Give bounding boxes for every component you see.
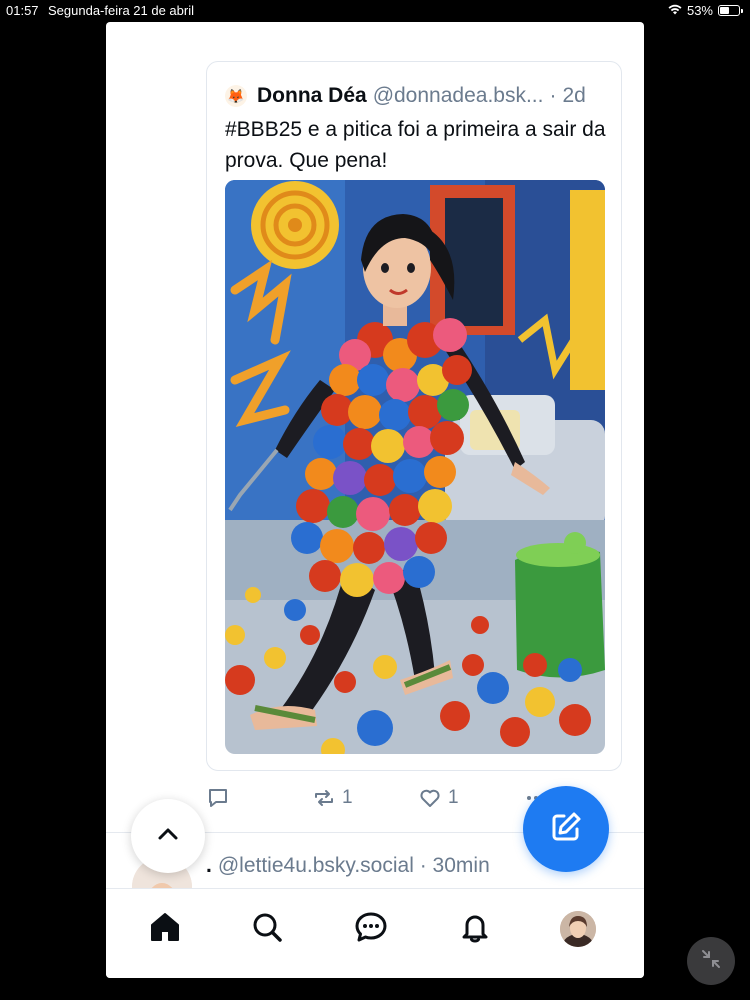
app-window: 🦊 Donna Déa @donnadea.bsk... · 2d #BBB25… [106,22,644,978]
illustration-woman-ballpit-dress [225,180,605,754]
chat-icon [354,910,388,949]
wifi-icon [668,3,682,18]
author-handle[interactable]: @donnadea.bsk... [373,84,544,108]
next-post-handle[interactable]: @lettie4u.bsky.social [218,854,414,877]
battery-icon [718,5,743,16]
status-date: Segunda-feira 21 de abril [48,3,194,18]
tab-profile[interactable] [558,909,598,949]
home-icon [148,910,182,949]
quoted-post-header: 🦊 Donna Déa @donnadea.bsk... · 2d [225,82,605,110]
like-count: 1 [448,787,459,808]
author-avatar[interactable]: 🦊 [225,85,247,107]
system-minimize-button[interactable] [687,937,735,985]
repost-count: 1 [342,787,353,808]
post-time: 2d [562,84,586,107]
author-name[interactable]: Donna Déa [257,84,367,108]
minimize-icon [699,947,723,976]
quoted-post-card[interactable]: 🦊 Donna Déa @donnadea.bsk... · 2d #BBB25… [206,61,622,771]
status-time: 01:57 [6,3,39,18]
scroll-to-top-button[interactable] [131,799,205,873]
compose-button[interactable] [523,786,609,872]
bell-icon [458,910,492,949]
reply-button[interactable] [206,786,236,810]
next-post-meta: . @lettie4u.bsky.social · 30min [206,854,490,878]
bottom-tab-bar [106,888,644,978]
tab-chat[interactable] [351,909,391,949]
next-post-time: 30min [432,854,490,877]
comment-icon [206,786,230,810]
separator-dot: · [549,84,557,107]
repost-button[interactable]: 1 [312,786,353,810]
post-image[interactable] [225,180,605,754]
like-button[interactable]: 1 [418,786,459,810]
tab-home[interactable] [145,909,185,949]
repost-icon [312,786,336,810]
heart-icon [418,786,442,810]
compose-icon [548,809,584,850]
tab-notifications[interactable] [455,909,495,949]
search-icon [250,910,284,949]
status-bar: 01:57 Segunda-feira 21 de abril 53% [0,0,750,20]
profile-avatar [560,911,596,947]
tab-search[interactable] [247,909,287,949]
separator-dot: · [419,854,427,877]
status-right: 53% [668,3,743,18]
battery-percent: 53% [686,3,713,18]
chevron-up-icon [155,821,181,852]
post-text: #BBB25 e a pitica foi a primeira a sair … [225,118,606,172]
next-post-name[interactable]: . [206,854,212,877]
